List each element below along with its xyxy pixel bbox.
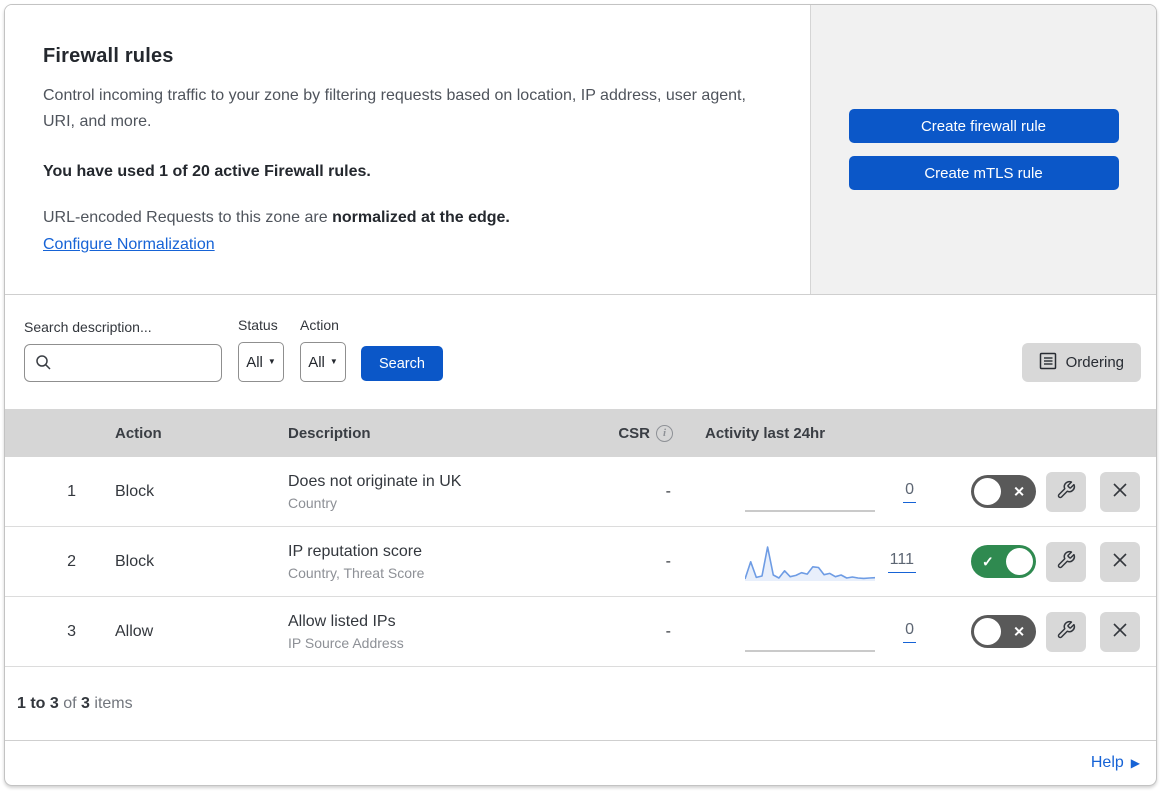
item-range: 1 to 3: [17, 694, 59, 712]
normalization-note: URL-encoded Requests to this zone are no…: [43, 209, 750, 227]
column-header-description: Description: [288, 424, 371, 442]
rule-priority: 1: [67, 482, 76, 500]
actions-panel: Create firewall rule Create mTLS rule: [811, 5, 1156, 294]
enable-toggle[interactable]: ✓ ✕: [971, 475, 1036, 508]
rule-fields: Country: [288, 494, 338, 511]
toggle-knob: [974, 618, 1001, 645]
status-dropdown[interactable]: All ▼: [238, 342, 284, 382]
filter-bar: Search description... Status All ▼ Action…: [5, 295, 1156, 409]
intro-description: Control incoming traffic to your zone by…: [43, 87, 746, 131]
close-icon: [1112, 622, 1128, 641]
rule-description-cell: IP reputation score Country, Threat Scor…: [288, 543, 585, 581]
activity-count-link[interactable]: 0: [903, 621, 916, 643]
activity-sparkline: [745, 649, 875, 652]
column-header-activity: Activity last 24hr: [705, 424, 826, 442]
wrench-icon: [1056, 480, 1076, 503]
activity-sparkline: [745, 545, 875, 581]
x-icon: ✕: [1013, 483, 1025, 499]
create-firewall-rule-button[interactable]: Create firewall rule: [848, 109, 1119, 143]
toggle-knob: [1006, 548, 1033, 575]
rule-description-cell: Does not originate in UK Country: [288, 473, 585, 511]
rule-controls: ✓ ✕: [935, 611, 1156, 652]
close-icon: [1112, 482, 1128, 501]
rule-description: Does not originate in UK: [288, 472, 462, 490]
close-icon: [1112, 552, 1128, 571]
action-field: Action All ▼: [300, 317, 346, 382]
status-label: Status: [238, 317, 278, 333]
table-header: Action Description CSR i Activity last 2…: [5, 409, 1156, 457]
enable-toggle[interactable]: ✓ ✕: [971, 615, 1036, 648]
ordering-button[interactable]: Ordering: [1021, 343, 1141, 382]
search-box: [24, 344, 222, 382]
rule-description-cell: Allow listed IPs IP Source Address: [288, 613, 585, 651]
rule-description: Allow listed IPs: [288, 612, 396, 630]
info-icon[interactable]: i: [656, 424, 673, 442]
activity-count-link[interactable]: 111: [887, 551, 916, 573]
intro-card: Firewall rules Control incoming traffic …: [5, 5, 811, 294]
table-row: 3 Allow Allow listed IPs IP Source Addre…: [5, 597, 1156, 667]
list-document-icon: [1039, 352, 1057, 374]
table-row: 2 Block IP reputation score Country, Thr…: [5, 527, 1156, 597]
help-bar: Help ▶: [5, 741, 1156, 785]
activity-sparkline: [745, 509, 875, 512]
rule-priority: 3: [67, 622, 76, 640]
action-label: Action: [300, 317, 339, 333]
search-label: Search description...: [24, 319, 152, 335]
rule-action: Allow: [115, 622, 154, 640]
create-mtls-rule-button[interactable]: Create mTLS rule: [848, 156, 1119, 190]
rule-csr: -: [665, 622, 671, 640]
chevron-down-icon: ▼: [329, 357, 338, 366]
rule-csr: -: [665, 552, 671, 570]
normalization-text: URL-encoded Requests to this zone are: [43, 208, 333, 226]
column-header-csr: CSR i: [585, 424, 695, 442]
delete-rule-button[interactable]: [1100, 611, 1140, 652]
search-input[interactable]: [24, 344, 222, 382]
rule-controls: ✓ ✕: [935, 471, 1156, 512]
edit-rule-button[interactable]: [1046, 611, 1086, 652]
edit-rule-button[interactable]: [1046, 471, 1086, 512]
help-link[interactable]: Help ▶: [1091, 754, 1140, 772]
rule-action: Block: [115, 552, 155, 570]
page-title: Firewall rules: [43, 45, 174, 67]
arrow-right-icon: ▶: [1130, 756, 1140, 770]
delete-rule-button[interactable]: [1100, 541, 1140, 582]
pagination-summary: 1 to 3 of 3 items: [5, 667, 1156, 741]
top-section: Firewall rules Control incoming traffic …: [5, 5, 1156, 295]
rule-action: Block: [115, 482, 155, 500]
wrench-icon: [1056, 620, 1076, 643]
action-dropdown[interactable]: All ▼: [300, 342, 346, 382]
enable-toggle[interactable]: ✓ ✕: [971, 545, 1036, 578]
search-button[interactable]: Search: [361, 346, 443, 381]
rule-csr: -: [665, 482, 671, 500]
rule-description: IP reputation score: [288, 542, 423, 560]
rule-activity-cell: 0: [695, 611, 935, 653]
rule-controls: ✓ ✕: [935, 541, 1156, 582]
check-icon: ✓: [982, 553, 994, 569]
rule-activity-cell: 0: [695, 471, 935, 513]
search-field: Search description...: [24, 319, 222, 382]
usage-note: You have used 1 of 20 active Firewall ru…: [43, 162, 371, 180]
status-field: Status All ▼: [238, 317, 284, 382]
configure-normalization-link[interactable]: Configure Normalization: [43, 236, 215, 254]
item-total: 3: [81, 694, 90, 712]
rule-activity-cell: 111: [695, 541, 935, 583]
activity-count-link[interactable]: 0: [903, 481, 916, 503]
rule-priority: 2: [67, 552, 76, 570]
column-header-action: Action: [115, 424, 162, 442]
rule-fields: IP Source Address: [288, 634, 404, 651]
toggle-knob: [974, 478, 1001, 505]
edit-rule-button[interactable]: [1046, 541, 1086, 582]
firewall-rules-page: Firewall rules Control incoming traffic …: [4, 4, 1157, 786]
x-icon: ✕: [1013, 623, 1025, 639]
chevron-down-icon: ▼: [267, 357, 276, 366]
normalization-bold: normalized at the edge.: [332, 208, 510, 226]
table-row: 1 Block Does not originate in UK Country…: [5, 457, 1156, 527]
wrench-icon: [1056, 550, 1076, 573]
rule-fields: Country, Threat Score: [288, 564, 425, 581]
delete-rule-button[interactable]: [1100, 471, 1140, 512]
